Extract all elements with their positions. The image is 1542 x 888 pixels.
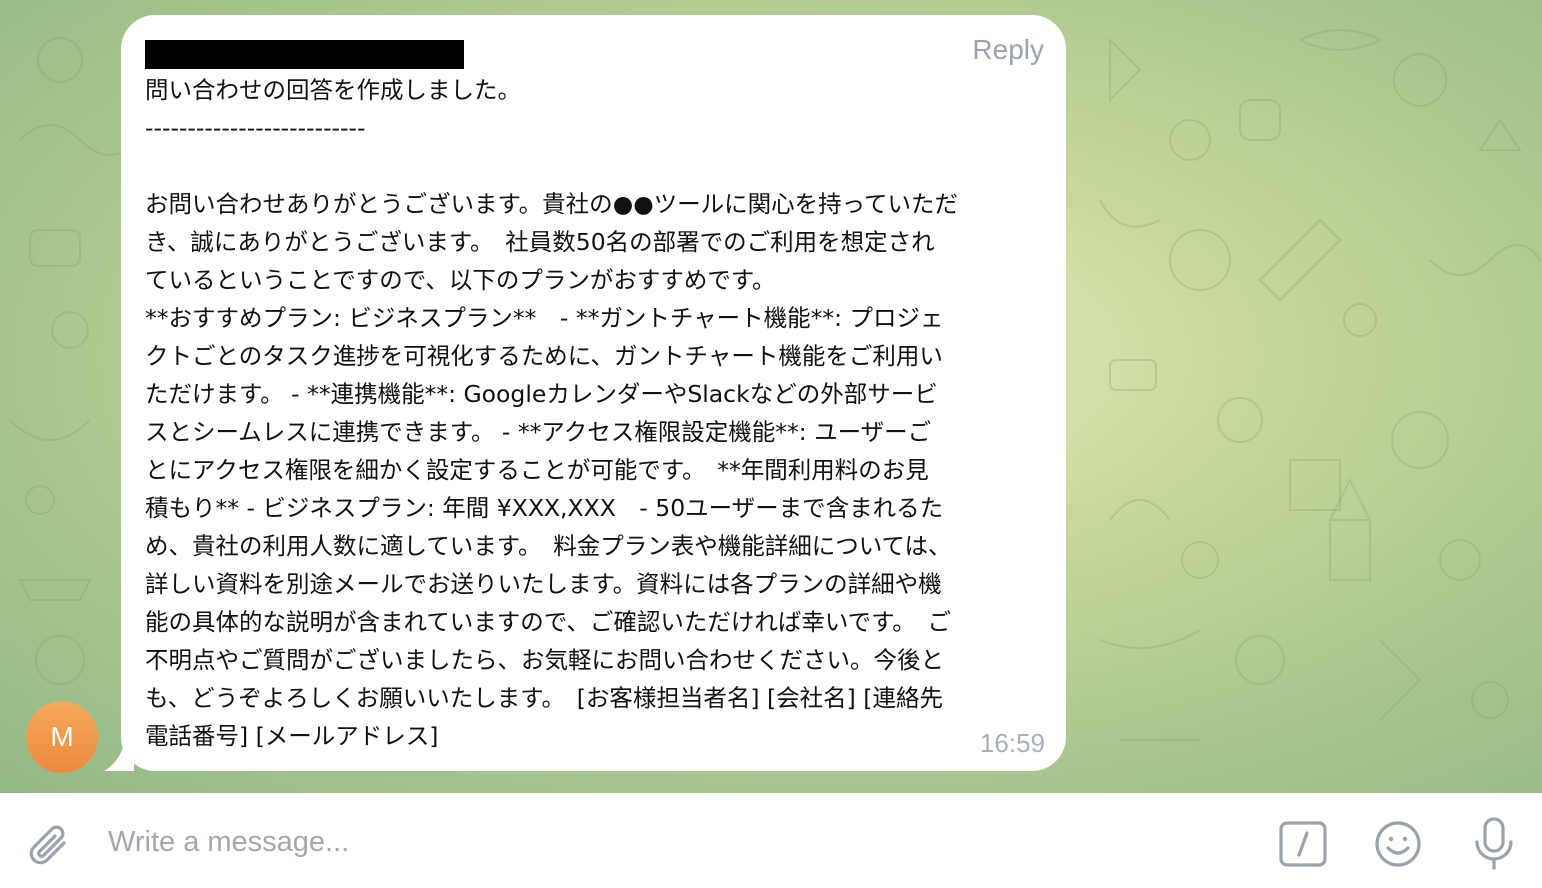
message-text-line: クトごとのタスク進捗を可視化するために、ガントチャート機能をご利用い [145,342,943,370]
message-text-line: き、誠にありがとうございます。 社員数50名の部署でのご利用を想定され [145,228,935,256]
avatar-initial: M [50,721,74,752]
chat-area[interactable]: Reply 問い合わせの回答を作成しました。 -----------------… [0,0,1542,793]
message-text-line: スとシームレスに連携できます。 - **アクセス権限設定機能**: ユーザーご [145,418,932,446]
message-text-line: **おすすめプラン: ビジネスプラン** - **ガントチャート機能**: プロ… [145,304,944,332]
emoji-icon[interactable] [1373,819,1423,869]
message-text-line: -------------------------- [145,114,366,142]
avatar[interactable]: M [26,701,98,773]
message-text-line: も、どうぞよろしくお願いいたします。 [お客様担当者名] [会社名] [連絡先 [145,684,943,712]
message-text-line: ているということですので、以下のプランがおすすめです。 [145,266,776,294]
message-text-line: 能の具体的な説明が含まれていますので、ご確認いただければ幸いです。 ご [145,608,952,636]
paperclip-icon[interactable] [26,822,72,868]
message-text-line: め、貴社の利用人数に適しています。 料金プラン表や機能詳細については、 [145,532,952,560]
message-text-line: とにアクセス権限を細かく設定することが可能です。 **年間利用料のお見 [145,456,929,484]
message-text-line: お問い合わせありがとうございます。貴社の●●ツールに関心を持っていただ [145,190,958,218]
message-timestamp: 16:59 [979,728,1045,758]
message-text-line: 積もり** - ビジネスプラン: 年間 ¥XXX,XXX - 50ユーザーまで含… [145,494,944,522]
bot-commands-icon[interactable] [1278,819,1328,869]
reply-button[interactable]: Reply [960,34,1044,66]
message-text-line: 電話番号] [メールアドレス] [145,722,439,750]
message-input[interactable] [108,818,1228,866]
sender-name-redacted [145,40,464,69]
microphone-icon[interactable] [1470,816,1518,872]
message-text-line: 詳しい資料を別途メールでお送りいたします。資料には各プランの詳細や機 [145,570,942,598]
message-text-line: 不明点やご質問がございましたら、お気軽にお問い合わせください。今後と [145,646,944,674]
message-text-line: ただけます。 - **連携機能**: GoogleカレンダーやSlackなどの外… [145,380,938,408]
message-text-line: 問い合わせの回答を作成しました。 [145,76,521,104]
